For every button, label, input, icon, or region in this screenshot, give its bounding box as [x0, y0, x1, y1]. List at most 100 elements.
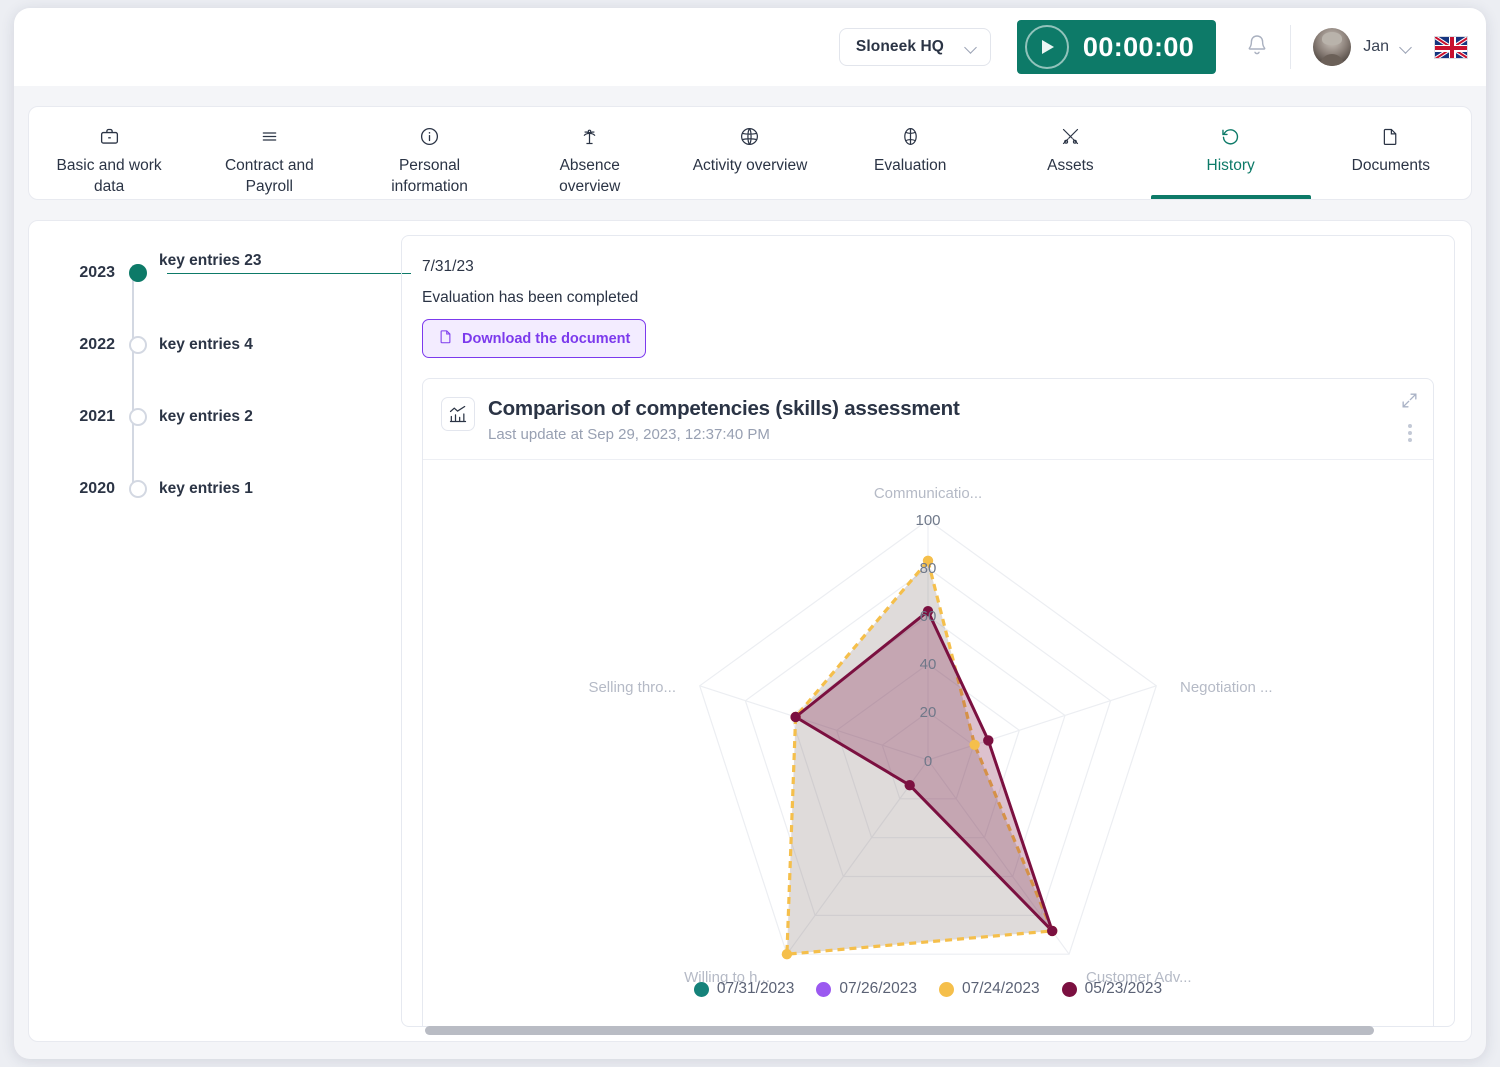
- axis-label-4: Selling thro...: [588, 679, 676, 696]
- tab-absence-overview[interactable]: Absence overview: [510, 107, 670, 199]
- tab-basic-and-work-data[interactable]: Basic and work data: [29, 107, 189, 199]
- tab-activity-overview[interactable]: Activity overview: [670, 107, 830, 199]
- legend-label: 05/23/2023: [1084, 980, 1163, 997]
- chart-card: Comparison of competencies (skills) asse…: [422, 378, 1434, 1026]
- timeline-label: key entries 2: [159, 408, 253, 425]
- download-document-button[interactable]: Download the document: [422, 319, 647, 358]
- timeline-label: key entries 1: [159, 480, 253, 497]
- timeline-active-rule: [167, 273, 411, 274]
- axis-label-1: Negotiation ...: [1180, 679, 1273, 696]
- chart-title: Comparison of competencies (skills) asse…: [488, 397, 960, 420]
- svg-text:0: 0: [924, 753, 932, 770]
- event-text: Evaluation has been completed: [422, 289, 639, 306]
- timeline-label: key entries 4: [159, 336, 253, 353]
- bell-icon[interactable]: [1246, 33, 1268, 62]
- chevron-down-icon: [1401, 42, 1412, 53]
- timeline-item-2023[interactable]: 2023 key entries 23: [59, 252, 411, 291]
- uk-flag-icon[interactable]: [1434, 35, 1468, 59]
- event-date: 7/31/23: [422, 258, 474, 275]
- radar-chart-svg: 100 80 60 40 20 0 Communicatio... Negoti…: [588, 485, 1273, 986]
- horizontal-scrollbar[interactable]: [425, 1026, 1457, 1036]
- briefcase-icon: [99, 123, 120, 149]
- expand-icon[interactable]: [1400, 391, 1419, 415]
- divider: [1290, 25, 1292, 69]
- document-icon: [1380, 123, 1401, 149]
- tab-label: Basic and work data: [56, 157, 162, 196]
- tab-personal-information[interactable]: Personal information: [349, 107, 509, 199]
- legend-item-07-26-2023[interactable]: 07/26/2023: [816, 980, 917, 998]
- chart-subtitle: Last update at Sep 29, 2023, 12:37:40 PM: [488, 426, 770, 443]
- history-icon: [1220, 123, 1241, 149]
- chart-card-header: Comparison of competencies (skills) asse…: [423, 379, 1433, 460]
- activity-icon: [739, 123, 760, 149]
- year-timeline: 2023 key entries 23 2022 key entries 4 2…: [29, 221, 411, 1041]
- tab-label: Personal information: [391, 157, 468, 196]
- tab-assets[interactable]: Assets: [990, 107, 1150, 199]
- timeline-dot[interactable]: [129, 408, 147, 426]
- palm-tree-icon: [579, 123, 600, 149]
- axis-label-0: Communicatio...: [874, 485, 982, 502]
- event-detail: 7/31/23 Evaluation has been completed Do…: [401, 235, 1455, 1027]
- tab-label: Activity overview: [692, 157, 808, 174]
- user-menu[interactable]: Jan: [1313, 28, 1412, 66]
- scrollbar-thumb[interactable]: [425, 1026, 1375, 1035]
- download-document-label: Download the document: [462, 330, 631, 347]
- legend-item-07-31-2023[interactable]: 07/31/2023: [693, 980, 795, 998]
- legend-color-swatch: [1061, 981, 1077, 997]
- svg-text:60: 60: [920, 608, 937, 625]
- play-icon[interactable]: [1024, 25, 1069, 69]
- chart-legend: 07/31/2023 07/26/2023 07/24/2023 05/23/2…: [423, 980, 1433, 998]
- timeline-item-2020[interactable]: 2020 key entries 1: [59, 471, 401, 507]
- radar-chart: 100 80 60 40 20 0 Communicatio... Negoti…: [423, 460, 1433, 1020]
- legend-item-07-24-2023[interactable]: 07/24/2023: [939, 980, 1040, 998]
- kebab-menu-icon[interactable]: [1407, 424, 1412, 442]
- tab-label: Documents: [1351, 157, 1431, 174]
- chart-card-tools: [1400, 391, 1419, 442]
- tab-label: Evaluation: [874, 157, 947, 174]
- timeline-item-2022[interactable]: 2022 key entries 4: [59, 327, 401, 363]
- bar-chart-icon: [441, 397, 475, 431]
- time-tracker: 00:00:00: [1016, 20, 1217, 74]
- legend-color-swatch: [693, 981, 709, 997]
- info-circle-icon: [419, 123, 440, 149]
- top-bar: Sloneek HQ 00:00:00 Jan: [14, 8, 1486, 86]
- legend-color-swatch: [939, 981, 954, 997]
- timeline-axis: [132, 265, 134, 485]
- legend-label: 07/26/2023: [839, 980, 917, 997]
- file-icon: [438, 328, 453, 349]
- tab-bar: Basic and work data Contract and Payroll…: [28, 106, 1472, 200]
- timeline-dot[interactable]: [129, 264, 147, 282]
- tab-history[interactable]: History: [1150, 107, 1311, 199]
- legend-item-05-23-2023[interactable]: 05/23/2023: [1061, 980, 1163, 998]
- timeline-year: 2020: [79, 480, 115, 497]
- timeline-dot[interactable]: [129, 480, 147, 498]
- timeline-dot[interactable]: [129, 336, 147, 354]
- tab-label: Assets: [1047, 157, 1094, 174]
- org-selector[interactable]: Sloneek HQ: [838, 28, 991, 66]
- user-name: Jan: [1363, 38, 1389, 55]
- svg-text:40: 40: [920, 656, 937, 673]
- org-selector-label: Sloneek HQ: [855, 38, 944, 55]
- svg-text:80: 80: [920, 560, 937, 577]
- timeline-label: key entries 23: [159, 252, 262, 269]
- tab-evaluation[interactable]: Evaluation: [830, 107, 990, 199]
- timeline-year: 2023: [79, 264, 115, 281]
- list-icon: [259, 123, 280, 149]
- legend-color-swatch: [816, 981, 832, 997]
- tab-contract-and-payroll[interactable]: Contract and Payroll: [189, 107, 349, 199]
- svg-text:100: 100: [915, 512, 940, 529]
- app-window: Sloneek HQ 00:00:00 Jan Basic and work d…: [14, 8, 1486, 1059]
- svg-text:20: 20: [920, 704, 937, 721]
- history-panel: 2023 key entries 23 2022 key entries 4 2…: [28, 220, 1472, 1042]
- timeline-year: 2021: [79, 408, 115, 425]
- avatar: [1313, 28, 1352, 66]
- legend-label: 07/24/2023: [962, 980, 1040, 997]
- evaluation-icon: [900, 123, 921, 149]
- chevron-down-icon: [966, 42, 977, 53]
- timeline-item-2021[interactable]: 2021 key entries 2: [59, 399, 401, 435]
- legend-label: 07/31/2023: [716, 980, 795, 997]
- timeline-year: 2022: [79, 336, 115, 353]
- tools-icon: [1060, 123, 1081, 149]
- tab-documents[interactable]: Documents: [1311, 107, 1471, 199]
- timer-value: 00:00:00: [1082, 31, 1195, 62]
